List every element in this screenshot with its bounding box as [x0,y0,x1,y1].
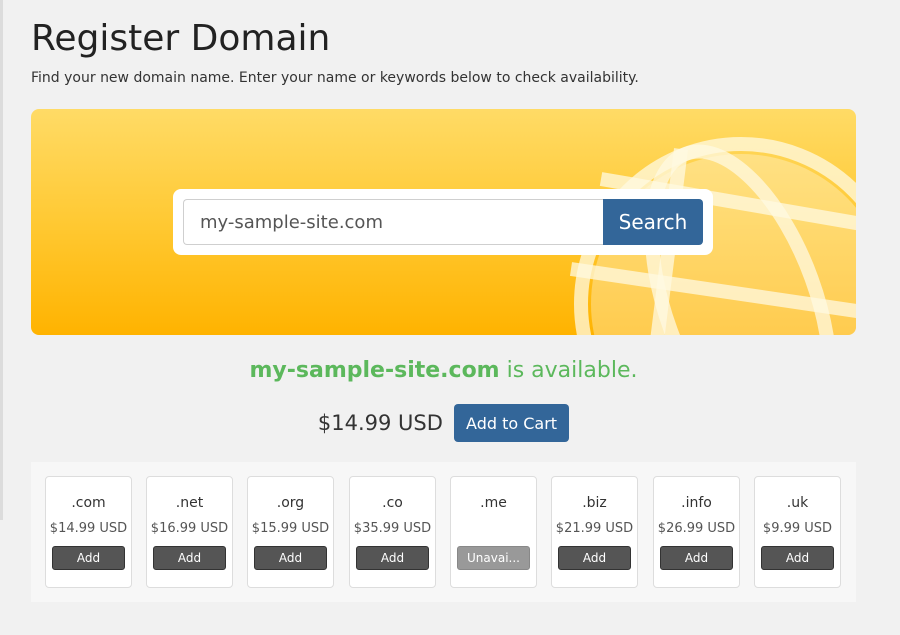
tld-add-button[interactable]: Add [356,546,429,570]
search-button[interactable]: Search [603,199,703,245]
tld-name: .uk [786,495,809,511]
tld-card: .net $16.99 USD Add [146,476,233,588]
domain-search-banner: Search [31,109,856,335]
search-box: Search [173,189,713,255]
tld-add-button[interactable]: Add [254,546,327,570]
tld-name: .com [71,495,106,511]
page-title: Register Domain [31,18,331,59]
tld-card: .biz $21.99 USD Add [551,476,638,588]
result-price: $14.99 USD [317,411,443,435]
tld-card: .info $26.99 USD Add [653,476,740,588]
tld-add-button[interactable]: Add [52,546,125,570]
tld-price: $15.99 USD [251,521,330,536]
tld-card: .me Unavai... [450,476,537,588]
tld-card: .uk $9.99 USD Add [754,476,841,588]
availability-message: my-sample-site.com is available. [31,358,856,383]
page-subtitle: Find your new domain name. Enter your na… [31,70,639,86]
tld-name: .co [382,495,403,511]
result-domain: my-sample-site.com [249,358,500,383]
tld-add-button[interactable]: Add [153,546,226,570]
price-row: $14.99 USD Add to Cart [31,404,856,442]
tld-price: $16.99 USD [150,521,229,536]
tld-add-button[interactable]: Add [660,546,733,570]
tld-name: .me [480,495,507,511]
tld-card: .org $15.99 USD Add [247,476,334,588]
tld-name: .biz [582,495,607,511]
add-to-cart-button[interactable]: Add to Cart [454,404,570,442]
left-edge-divider [0,0,3,520]
tld-price: $9.99 USD [762,521,833,536]
tld-unavailable-button[interactable]: Unavai... [457,546,530,570]
tld-price: $35.99 USD [353,521,432,536]
domain-search-input[interactable] [183,199,604,245]
tld-add-button[interactable]: Add [761,546,834,570]
tld-add-button[interactable]: Add [558,546,631,570]
tld-name: .org [276,495,305,511]
tld-card: .com $14.99 USD Add [45,476,132,588]
tld-price: $21.99 USD [555,521,634,536]
availability-status: is available. [499,358,638,383]
tld-price: $26.99 USD [657,521,736,536]
tld-suggestions-panel: .com $14.99 USD Add .net $16.99 USD Add … [31,462,856,602]
tld-name: .net [175,495,204,511]
tld-name: .info [681,495,712,511]
tld-price: $14.99 USD [49,521,128,536]
tld-card: .co $35.99 USD Add [349,476,436,588]
